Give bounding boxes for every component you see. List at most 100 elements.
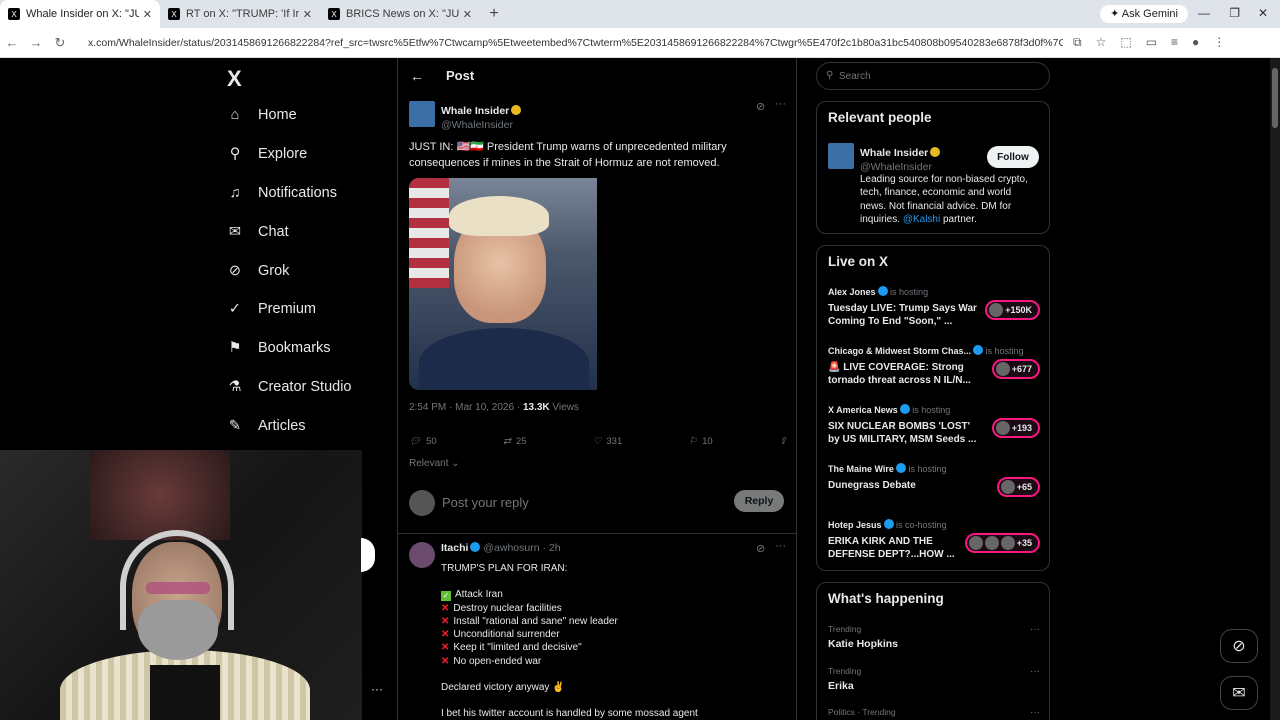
follow-button[interactable]: Follow	[987, 146, 1039, 168]
reply-avatar[interactable]	[409, 542, 435, 568]
author-name[interactable]: Whale Insider	[441, 105, 509, 117]
media-icon[interactable]: ≡	[1171, 35, 1178, 50]
card-title: Live on X	[828, 254, 889, 269]
home-icon: ⌂	[230, 107, 240, 123]
reload-icon[interactable]: ↻	[48, 35, 72, 51]
reply-button[interactable]: Reply	[734, 490, 784, 512]
nav-label: Premium	[258, 301, 317, 317]
grok-fab-icon[interactable]: ⊘	[1220, 629, 1258, 663]
url-field[interactable]: x.com/WhaleInsider/status/20314586912668…	[88, 37, 1063, 49]
grok-icon[interactable]: ⊘	[756, 100, 765, 113]
sort-dropdown[interactable]: Relevant ⌄	[409, 458, 460, 469]
person-name[interactable]: Whale Insider	[860, 147, 928, 159]
reply-author-name[interactable]: Itachi	[441, 542, 468, 554]
search-input[interactable]: ⚲ Search	[816, 62, 1050, 90]
nav-home[interactable]: ⌂ Home	[226, 106, 297, 124]
reply-author-handle[interactable]: @awhosurn	[483, 542, 539, 554]
close-tab-icon[interactable]: ✕	[143, 8, 152, 21]
trend-title: Erika	[828, 680, 854, 692]
trend-item[interactable]: Trending Katie Hopkins ···	[828, 624, 1040, 650]
nav-notifications[interactable]: ♫ Notifications	[226, 184, 337, 202]
live-item[interactable]: Chicago & Midwest Storm Chas... is hosti…	[828, 345, 1040, 387]
post-time[interactable]: 2:54 PM · Mar 10, 2026 ·	[409, 402, 523, 413]
back-arrow-icon[interactable]: ←	[410, 68, 424, 84]
nav-explore[interactable]: ⚲ Explore	[226, 145, 307, 163]
ask-gemini-button[interactable]: ✦ Ask Gemini	[1100, 5, 1188, 23]
live-on-x-card: Live on X Alex Jones is hosting Tuesday …	[816, 245, 1050, 571]
nav-label: Articles	[258, 418, 306, 434]
repost-action[interactable]: ⇄ 25	[503, 436, 527, 447]
more-icon[interactable]: ···	[775, 540, 786, 552]
x-favicon-icon: X	[328, 8, 340, 20]
author-handle[interactable]: @WhaleInsider	[441, 119, 521, 131]
more-icon[interactable]: ···	[371, 682, 383, 696]
profile-avatar[interactable]: ●	[1192, 35, 1199, 50]
like-action[interactable]: ♡ 331	[593, 436, 622, 447]
reply-action[interactable]: 💬︎ 50	[409, 436, 437, 447]
kalshi-link[interactable]: @Kalshi	[903, 214, 940, 225]
sidepanel-icon[interactable]: ▭	[1146, 35, 1157, 50]
grok-icon: ⊘	[228, 263, 242, 279]
messages-fab-icon[interactable]: ✉	[1220, 676, 1258, 710]
live-item[interactable]: The Maine Wire is hosting Dunegrass Deba…	[828, 463, 1040, 497]
user-avatar[interactable]	[409, 490, 435, 516]
listener-pill: +35	[964, 533, 1040, 553]
listener-count: +150K	[1005, 305, 1032, 315]
close-tab-icon[interactable]: ✕	[463, 8, 472, 21]
nav-chat[interactable]: ✉ Chat	[226, 223, 289, 241]
person-bio: Leading source for non-biased crypto, te…	[860, 173, 1040, 226]
bio-suffix: partner.	[940, 213, 977, 225]
nav-articles[interactable]: ✎ Articles	[226, 417, 306, 435]
repost-count: 25	[515, 436, 527, 447]
page-scrollbar[interactable]	[1270, 58, 1280, 720]
menu-icon[interactable]: ⋮	[1213, 35, 1225, 50]
reply-time: · 2h	[542, 542, 561, 554]
person-info: Whale Insider @WhaleInsider	[860, 143, 941, 173]
back-icon[interactable]: ←	[0, 35, 24, 50]
trend-item[interactable]: Politics · Trending ···	[828, 707, 1040, 718]
close-tab-icon[interactable]: ✕	[303, 8, 312, 21]
person-handle[interactable]: @WhaleInsider	[860, 161, 940, 173]
minimize-icon[interactable]: —	[1198, 6, 1210, 20]
scrollbar-thumb[interactable]	[1272, 68, 1278, 128]
extensions-icon[interactable]: ⬚	[1120, 35, 1131, 50]
share-action[interactable]: ⇪	[779, 436, 787, 447]
maximize-icon[interactable]: ❐	[1229, 6, 1240, 20]
more-icon[interactable]: ···	[1030, 624, 1040, 635]
browser-tab-2[interactable]: X RT on X: "TRUMP: 'If Iran has pu ✕	[160, 0, 320, 28]
bookmark-action[interactable]: ⚐ 10	[689, 436, 713, 447]
nav-creator-studio[interactable]: ⚗ Creator Studio	[226, 378, 352, 396]
nav-grok[interactable]: ⊘ Grok	[226, 262, 290, 280]
webcam-overlay	[0, 450, 362, 720]
reply-icon: 💬︎	[409, 436, 422, 447]
post-text: JUST IN: 🇺🇸🇮🇷 President Trump warns of u…	[409, 141, 727, 169]
author-avatar[interactable]	[409, 101, 435, 127]
bookmark-star-icon[interactable]: ☆	[1096, 35, 1107, 50]
post-media[interactable]	[409, 178, 786, 390]
more-icon[interactable]: ···	[1030, 666, 1040, 677]
person-avatar[interactable]	[828, 143, 854, 169]
x-logo[interactable]: X	[227, 66, 242, 92]
more-icon[interactable]: ···	[775, 98, 786, 110]
search-placeholder: Search	[839, 71, 871, 82]
close-window-icon[interactable]: ✕	[1258, 6, 1268, 20]
nav-premium[interactable]: ✓ Premium	[226, 300, 316, 318]
browser-tab-1[interactable]: X Whale Insider on X: "JUST IN: u ✕	[0, 0, 160, 28]
trend-item[interactable]: Trending Erika ···	[828, 666, 1040, 692]
address-bar: ← → ↻ x.com/WhaleInsider/status/20314586…	[0, 28, 1280, 58]
install-icon[interactable]: ⧉	[1073, 35, 1082, 50]
host-status: is hosting	[890, 287, 929, 297]
new-tab-button[interactable]: +	[480, 0, 508, 28]
grok-icon[interactable]: ⊘	[756, 542, 765, 555]
more-icon[interactable]: ···	[1030, 707, 1040, 718]
main-column: ← Post Whale Insider @WhaleInsider ⊘ ···…	[397, 58, 797, 720]
live-item[interactable]: Alex Jones is hosting Tuesday LIVE: Trum…	[828, 286, 1040, 328]
card-title: Relevant people	[828, 110, 932, 125]
nav-bookmarks[interactable]: ⚑ Bookmarks	[226, 339, 331, 357]
reply-input[interactable]: Post your reply	[442, 495, 529, 510]
live-item[interactable]: Hotep Jesus is co-hosting ERIKA KIRK AND…	[828, 519, 1040, 561]
sort-label: Relevant	[409, 458, 449, 469]
browser-tab-3[interactable]: X BRICS News on X: "JUST IN: usr ✕	[320, 0, 480, 28]
live-item[interactable]: X America News is hosting SIX NUCLEAR BO…	[828, 404, 1040, 446]
forward-icon[interactable]: →	[24, 35, 48, 50]
